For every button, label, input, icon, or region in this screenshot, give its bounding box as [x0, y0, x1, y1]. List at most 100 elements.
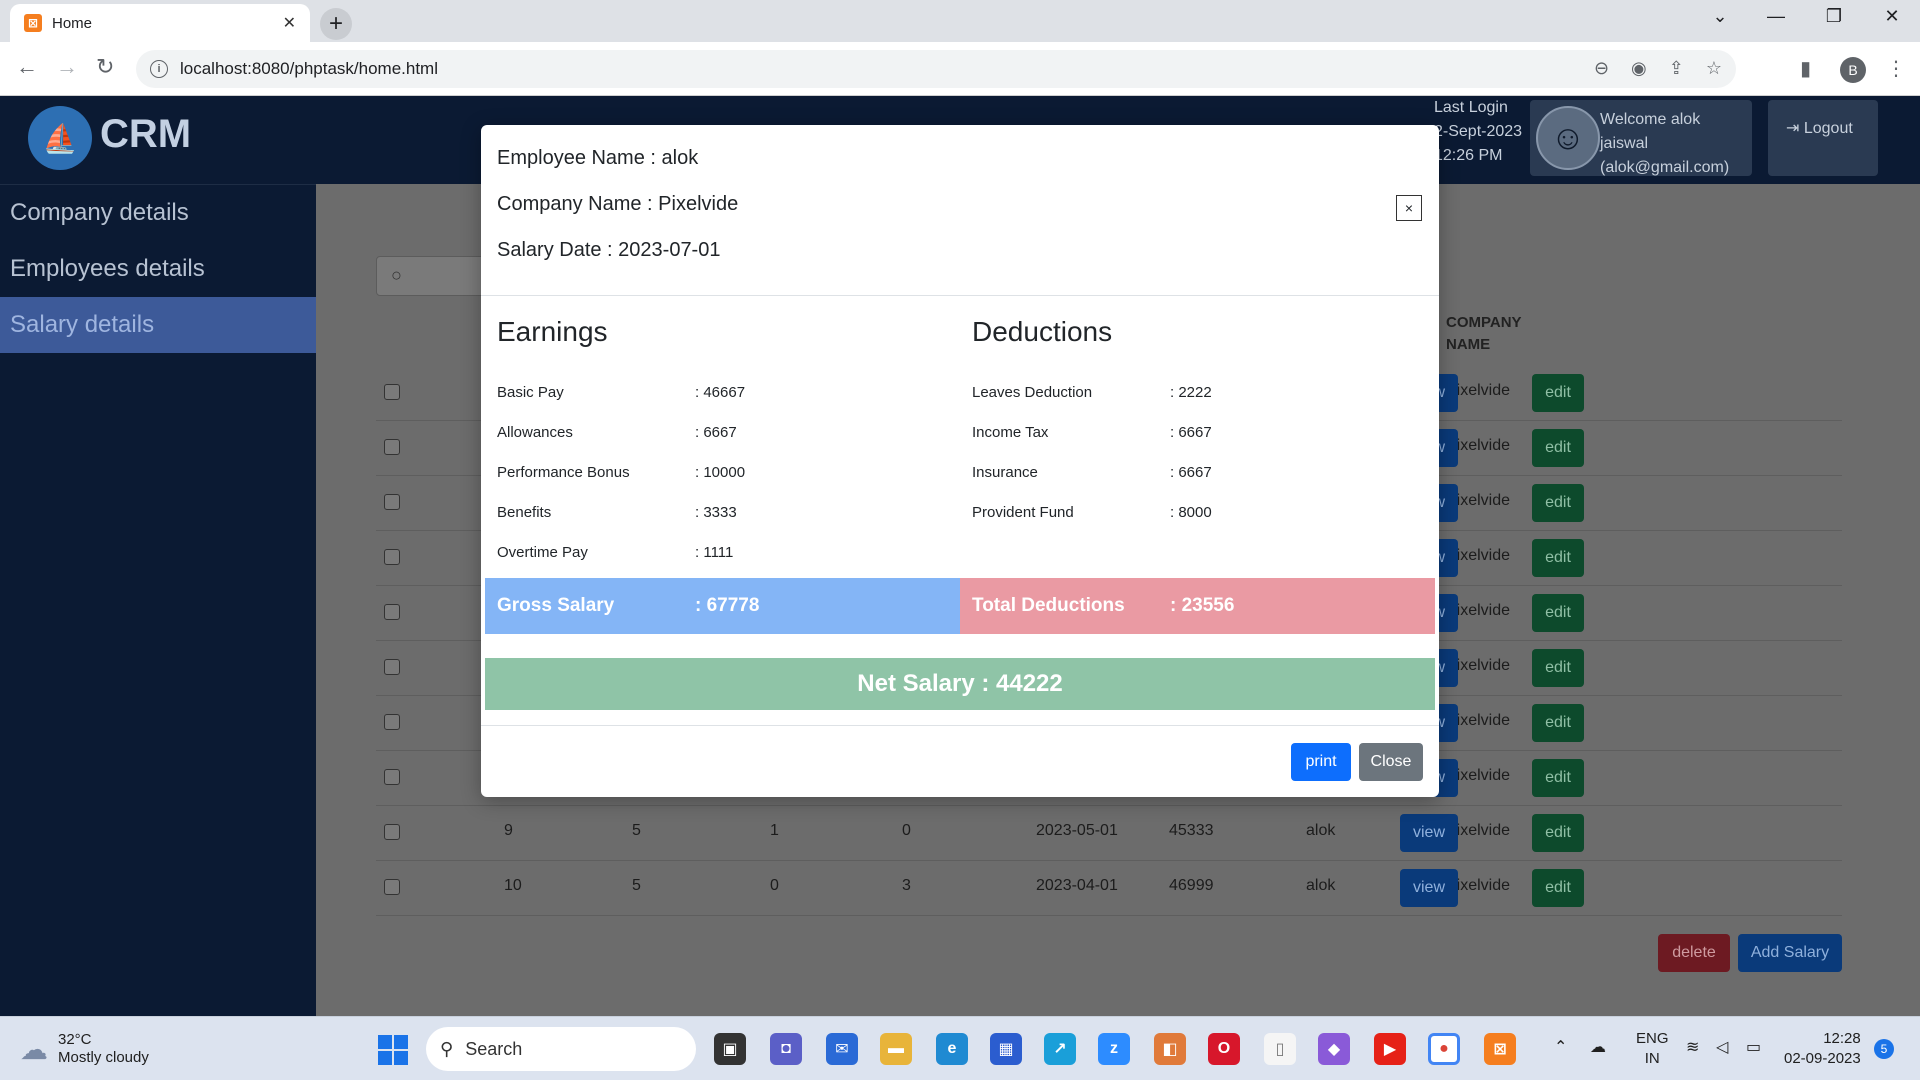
welcome-email: (alok@gmail.com): [1600, 159, 1730, 176]
minimize-button[interactable]: —: [1756, 6, 1796, 27]
row-checkbox[interactable]: [384, 879, 400, 895]
system-clock[interactable]: 12:28 02-09-2023: [1784, 1029, 1861, 1069]
temperature: 32°C: [58, 1031, 92, 1048]
sidebar: Company details Employees details Salary…: [0, 184, 316, 1016]
file-explorer-icon[interactable]: ▬: [880, 1033, 912, 1065]
show-hidden-icons-chevron-icon[interactable]: ⌃: [1554, 1037, 1567, 1057]
edit-button[interactable]: edit: [1532, 539, 1584, 577]
battery-icon[interactable]: ▭: [1746, 1037, 1761, 1057]
app-icon[interactable]: ◆: [1318, 1033, 1350, 1065]
last-login-label: Last Login: [1434, 99, 1508, 116]
sync-app-icon[interactable]: ↗: [1044, 1033, 1076, 1065]
new-tab-button[interactable]: +: [320, 8, 352, 40]
taskbar-search[interactable]: ⚲ Search: [426, 1027, 696, 1071]
row-checkbox[interactable]: [384, 769, 400, 785]
user-avatar: ☺: [1536, 106, 1600, 170]
teams-chat-icon[interactable]: ◘: [770, 1033, 802, 1065]
eye-icon[interactable]: ◉: [1631, 58, 1647, 79]
reload-icon[interactable]: ↻: [96, 54, 114, 80]
edit-button[interactable]: edit: [1532, 649, 1584, 687]
weather-widget[interactable]: ☁ 32°C Mostly cloudy: [20, 1031, 149, 1067]
wifi-icon[interactable]: ≋: [1686, 1037, 1699, 1057]
profile-avatar[interactable]: B: [1840, 57, 1866, 83]
id-cell: 10: [504, 877, 522, 894]
edit-button[interactable]: edit: [1532, 759, 1584, 797]
close-tab-icon[interactable]: ✕: [283, 13, 296, 33]
edit-button[interactable]: edit: [1532, 814, 1584, 852]
edit-button[interactable]: edit: [1532, 594, 1584, 632]
row-checkbox[interactable]: [384, 824, 400, 840]
edit-button[interactable]: edit: [1532, 484, 1584, 522]
zoom-icon[interactable]: z: [1098, 1033, 1130, 1065]
welcome-text: Welcome alok jaiswal: [1600, 111, 1701, 152]
row-checkbox[interactable]: [384, 549, 400, 565]
last-login-date: 2-Sept-2023: [1434, 123, 1523, 140]
bookmark-star-icon[interactable]: ☆: [1706, 58, 1722, 79]
cell: 1: [770, 822, 779, 839]
youtube-icon[interactable]: ▶: [1374, 1033, 1406, 1065]
modal-close-icon[interactable]: ×: [1396, 195, 1422, 221]
site-info-icon[interactable]: i: [150, 60, 168, 78]
view-button[interactable]: view: [1400, 814, 1458, 852]
forward-icon[interactable]: →: [56, 54, 78, 80]
sidebar-item-employees-details[interactable]: Employees details: [0, 241, 316, 297]
row-checkbox[interactable]: [384, 659, 400, 675]
gross-salary-value: : 67778: [695, 595, 760, 616]
logout-button[interactable]: ⇥ Logout: [1768, 100, 1878, 176]
edit-button[interactable]: edit: [1532, 869, 1584, 907]
side-panel-icon[interactable]: ▮: [1800, 56, 1811, 81]
deduction-line: Provident Fund : 8000: [972, 504, 1212, 521]
share-icon[interactable]: ⇪: [1669, 58, 1684, 79]
close-window-button[interactable]: ✕: [1872, 6, 1912, 27]
microsoft-store-icon[interactable]: ▦: [990, 1033, 1022, 1065]
cell: 0: [770, 877, 779, 894]
delete-button[interactable]: delete: [1658, 934, 1730, 972]
windows-taskbar: ☁ 32°C Mostly cloudy ⚲ Search ▣ ◘ ✉ ▬ e …: [0, 1016, 1920, 1080]
company-name-column-header: COMPANY NAME: [1446, 314, 1522, 353]
language-indicator[interactable]: ENG IN: [1636, 1029, 1669, 1069]
back-icon[interactable]: ←: [16, 54, 38, 80]
opera-icon[interactable]: O: [1208, 1033, 1240, 1065]
taskbar-search-placeholder: Search: [465, 1038, 523, 1059]
browser-tab[interactable]: ⊠ Home ✕: [10, 4, 310, 42]
row-checkbox[interactable]: [384, 494, 400, 510]
restore-button[interactable]: ❐: [1814, 6, 1854, 27]
chrome-icon[interactable]: ●: [1428, 1033, 1460, 1065]
volume-icon[interactable]: ◁: [1716, 1037, 1728, 1057]
row-checkbox[interactable]: [384, 384, 400, 400]
print-button[interactable]: print: [1291, 743, 1351, 781]
task-view-icon[interactable]: ▣: [714, 1033, 746, 1065]
cell: 5: [632, 877, 641, 894]
address-bar[interactable]: i localhost:8080/phptask/home.html ⊖ ◉ ⇪…: [136, 50, 1736, 88]
app-icon[interactable]: ◧: [1154, 1033, 1186, 1065]
view-button[interactable]: view: [1400, 869, 1458, 907]
edit-button[interactable]: edit: [1532, 374, 1584, 412]
cell: 3: [902, 877, 911, 894]
edge-browser-icon[interactable]: e: [936, 1033, 968, 1065]
search-icon: ○: [391, 265, 402, 285]
close-button[interactable]: Close: [1359, 743, 1423, 781]
zoom-icon[interactable]: ⊖: [1594, 58, 1609, 79]
sidebar-item-company-details[interactable]: Company details: [0, 185, 316, 241]
clock-date: 02-09-2023: [1784, 1050, 1861, 1067]
notification-badge[interactable]: 5: [1874, 1039, 1894, 1059]
edit-button[interactable]: edit: [1532, 429, 1584, 467]
row-checkbox[interactable]: [384, 604, 400, 620]
deduction-line: Leaves Deduction : 2222: [972, 384, 1212, 401]
add-salary-button[interactable]: Add Salary: [1738, 934, 1842, 972]
browser-tab-bar: ⊠ Home ✕ + ⌄ — ❐ ✕: [0, 0, 1920, 42]
menu-icon[interactable]: ⋮: [1886, 56, 1906, 81]
windows-start-icon[interactable]: [378, 1035, 408, 1065]
onedrive-icon[interactable]: ☁: [1590, 1037, 1606, 1057]
edit-button[interactable]: edit: [1532, 704, 1584, 742]
amount-cell: 45333: [1169, 822, 1214, 839]
earnings-title: Earnings: [497, 316, 608, 347]
tab-search-icon[interactable]: ⌄: [1700, 6, 1740, 27]
sidebar-item-salary-details[interactable]: Salary details: [0, 297, 316, 353]
search-icon: ⚲: [440, 1038, 454, 1059]
row-checkbox[interactable]: [384, 714, 400, 730]
mail-icon[interactable]: ✉: [826, 1033, 858, 1065]
xampp-icon[interactable]: ⊠: [1484, 1033, 1516, 1065]
document-icon[interactable]: ▯: [1264, 1033, 1296, 1065]
row-checkbox[interactable]: [384, 439, 400, 455]
